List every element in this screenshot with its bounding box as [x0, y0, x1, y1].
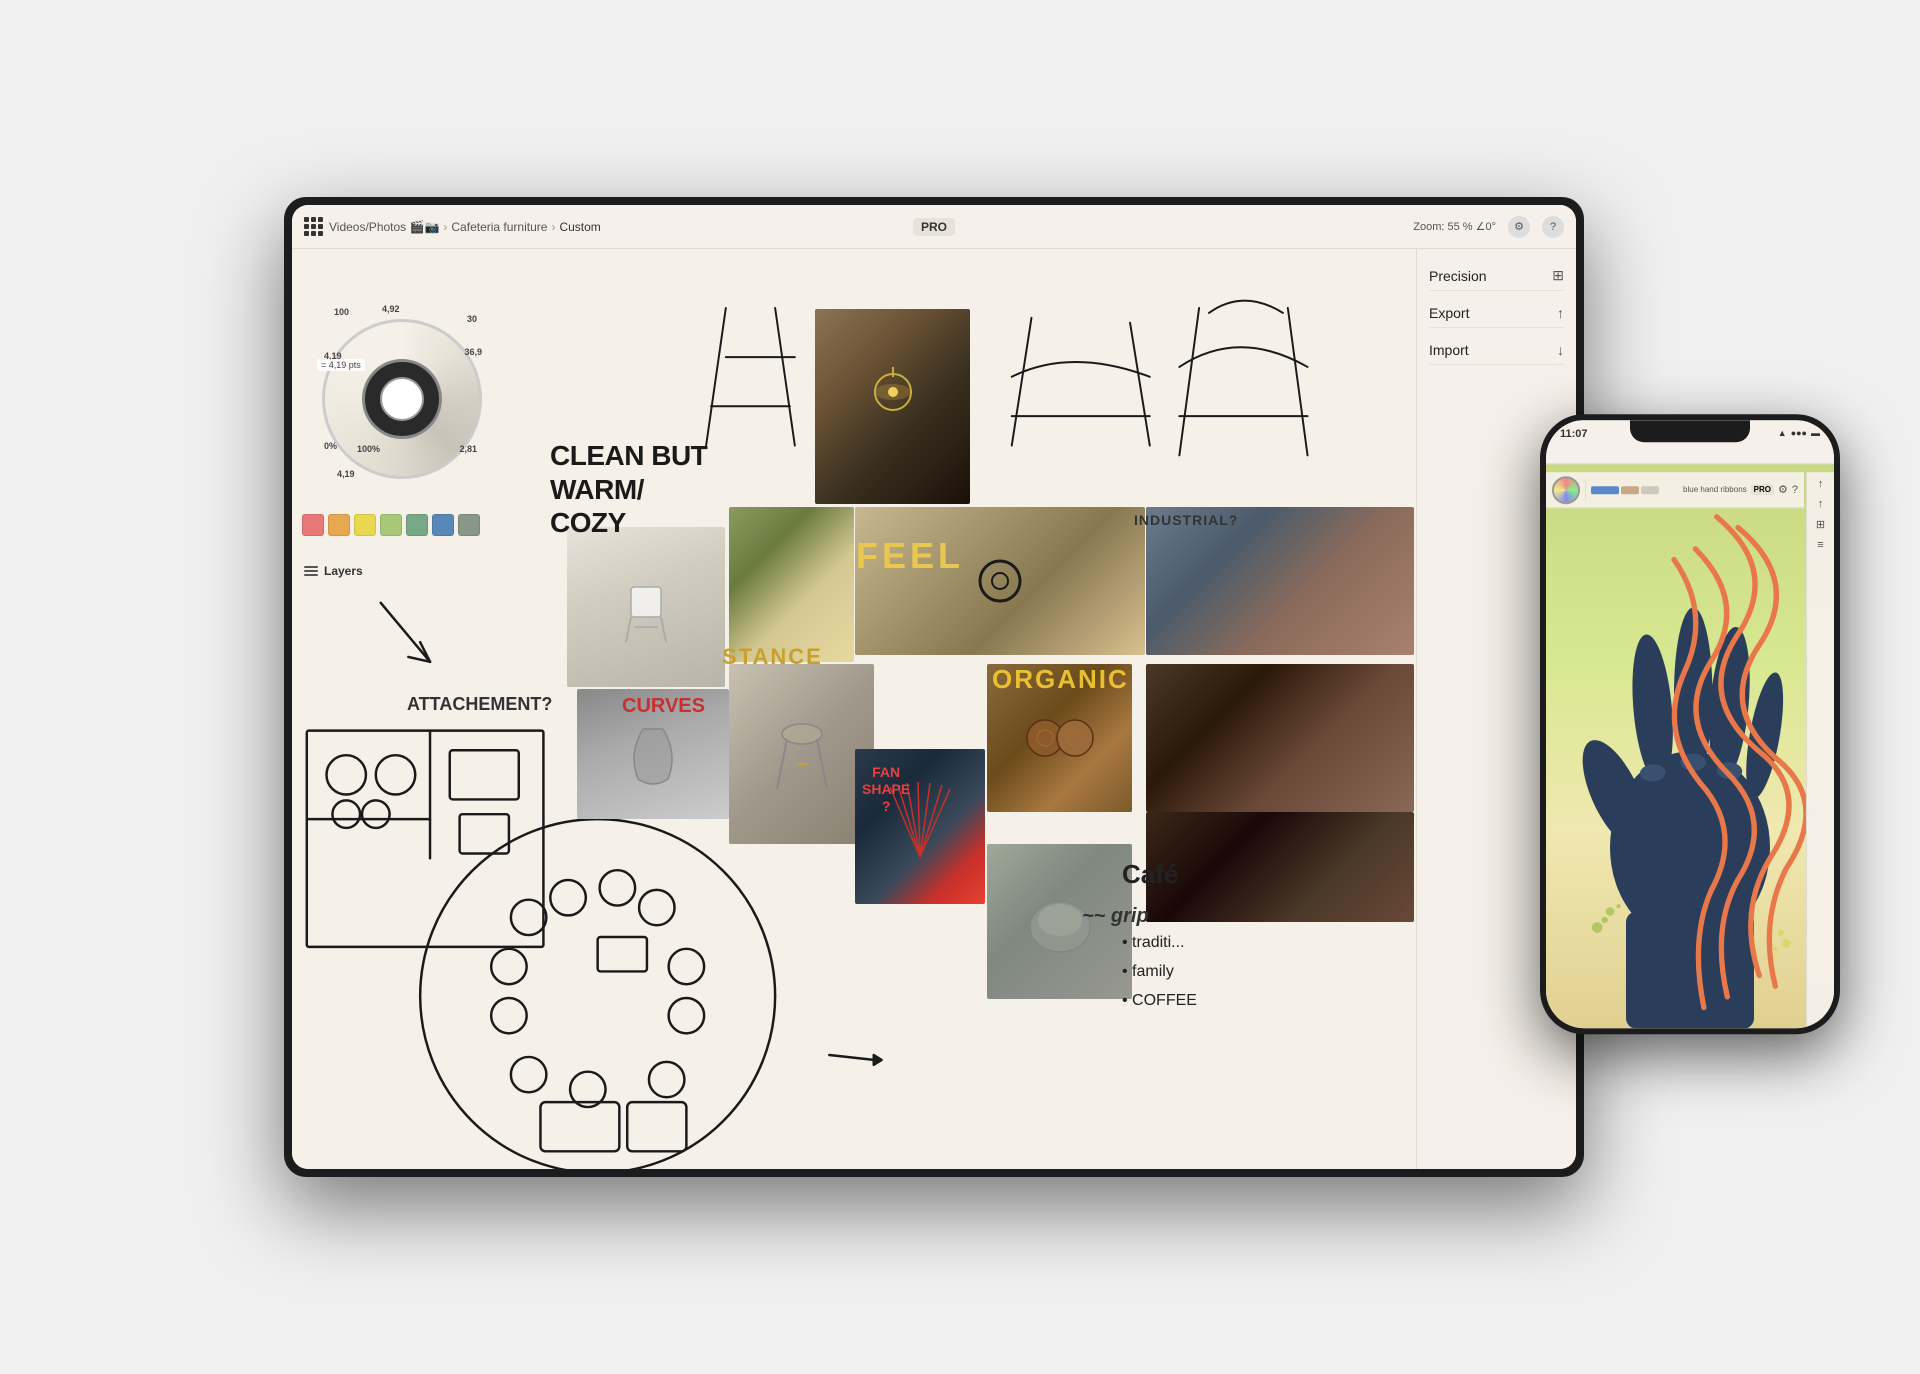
import-icon: ↓ [1557, 342, 1564, 358]
text-cafe: Café [1122, 859, 1178, 890]
help-button[interactable]: ? [1542, 216, 1564, 238]
mini-swatch-light[interactable] [1641, 486, 1659, 494]
zoom-label: Zoom: 55 % ∠0° [1413, 220, 1496, 233]
photo-restaurant-low [1146, 812, 1414, 922]
breadcrumb-cafeteria[interactable]: Cafeteria furniture [451, 220, 547, 234]
export-icon: ↑ [1557, 305, 1564, 321]
text-fan-shape: FANSHAPE? [862, 764, 910, 814]
precision-button[interactable]: Precision ⊞ [1429, 261, 1564, 291]
text-clean-but-warm: CLEAN BUTWARM/COZY [550, 439, 707, 540]
mini-color-wheel[interactable] [1552, 476, 1580, 504]
photo-cafe-lamp [815, 309, 970, 504]
photo-palm-chair [729, 507, 854, 662]
mini-swatches [1591, 486, 1659, 494]
text-feel: FEEL [856, 534, 964, 577]
breadcrumb-videos[interactable]: Videos/Photos 🎬📷 [329, 220, 439, 234]
breadcrumb-sep1: › [443, 220, 447, 234]
photo-stool [729, 664, 874, 844]
iphone-screen: 11:07 ▲ ●●● ▬ [1546, 420, 1834, 1028]
photo-restaurant-dark [1146, 664, 1414, 812]
iphone-grid-icon[interactable]: ⊞ [1816, 518, 1825, 531]
text-attachement: ATTACHEMENT? [407, 694, 552, 716]
iphone-artwork [1546, 464, 1834, 1028]
precision-label: Precision [1429, 268, 1487, 284]
settings-button[interactable]: ⚙ [1508, 216, 1530, 238]
iphone-breadcrumb: blue hand ribbons [1683, 485, 1747, 494]
import-button[interactable]: Import ↓ [1429, 336, 1564, 365]
iphone-status: ▲ ●●● ▬ [1778, 428, 1820, 438]
iphone-canvas[interactable] [1546, 464, 1834, 1028]
iphone-right-panel: ↑ ↑ ⊞ ≡ [1806, 472, 1834, 1028]
battery-icon: ▬ [1811, 428, 1820, 438]
breadcrumb: Videos/Photos 🎬📷 › Cafeteria furniture ›… [329, 220, 601, 234]
text-bullet-list: • traditi...• family• COFFEE [1122, 929, 1197, 1015]
iphone-device: 11:07 ▲ ●●● ▬ [1540, 414, 1840, 1034]
iphone-export-icon[interactable]: ↑ [1818, 478, 1824, 490]
face-id-sensor [1690, 428, 1704, 434]
divider [1585, 480, 1586, 500]
text-organic: ORGANIC [992, 664, 1129, 695]
text-stance: STANCE [722, 644, 823, 670]
apps-icon[interactable] [304, 217, 323, 236]
pro-badge: PRO [913, 218, 955, 236]
mini-swatch-tan[interactable] [1621, 486, 1639, 494]
import-label: Import [1429, 342, 1469, 358]
grid-panel-icon: ⊞ [1552, 267, 1564, 284]
canvas-area[interactable]: 100 4,92 30 4,19 36,9 2,81 4,19 0% 100% … [292, 249, 1416, 1169]
iphone-help-icon[interactable]: ? [1792, 484, 1798, 496]
iphone-mini-toolbar: blue hand ribbons PRO ⚙ ? [1546, 472, 1804, 508]
scene: Videos/Photos 🎬📷 › Cafeteria furniture ›… [0, 0, 1920, 1374]
export-button[interactable]: Export ↑ [1429, 299, 1564, 328]
iphone-layers-icon[interactable]: ≡ [1817, 539, 1823, 551]
breadcrumb-custom[interactable]: Custom [559, 220, 600, 234]
wifi-icon: ▲ [1778, 428, 1787, 438]
text-grip: ~~ grip [1082, 904, 1149, 928]
breadcrumb-sep2: › [551, 220, 555, 234]
iphone-gear-icon[interactable]: ⚙ [1778, 483, 1788, 496]
photo-industrial [1146, 507, 1414, 655]
topbar-left: Videos/Photos 🎬📷 › Cafeteria furniture ›… [304, 217, 1405, 236]
ipad-topbar: Videos/Photos 🎬📷 › Cafeteria furniture ›… [292, 205, 1576, 249]
iphone-pro-badge: PRO [1751, 484, 1774, 495]
iphone-time: 11:07 [1560, 428, 1588, 440]
iphone-share-icon[interactable]: ↑ [1818, 498, 1824, 510]
text-industrial: INDUSTRIAL? [1134, 512, 1238, 529]
iphone-breadcrumb-text: blue hand ribbons [1683, 485, 1747, 494]
front-camera [1676, 427, 1684, 435]
signal-icon: ●●● [1791, 428, 1807, 438]
photo-feel [855, 507, 1145, 655]
photo-white-chair [567, 527, 725, 687]
export-label: Export [1429, 305, 1469, 321]
iphone-notch [1630, 420, 1750, 442]
topbar-right: Zoom: 55 % ∠0° ⚙ ? [1413, 216, 1564, 238]
mini-swatch-blue[interactable] [1591, 486, 1619, 494]
ipad-screen: Videos/Photos 🎬📷 › Cafeteria furniture ›… [292, 205, 1576, 1169]
hand-artwork-svg [1546, 464, 1834, 1028]
text-curves: CURVES [622, 694, 705, 718]
ipad-device: Videos/Photos 🎬📷 › Cafeteria furniture ›… [284, 197, 1584, 1177]
